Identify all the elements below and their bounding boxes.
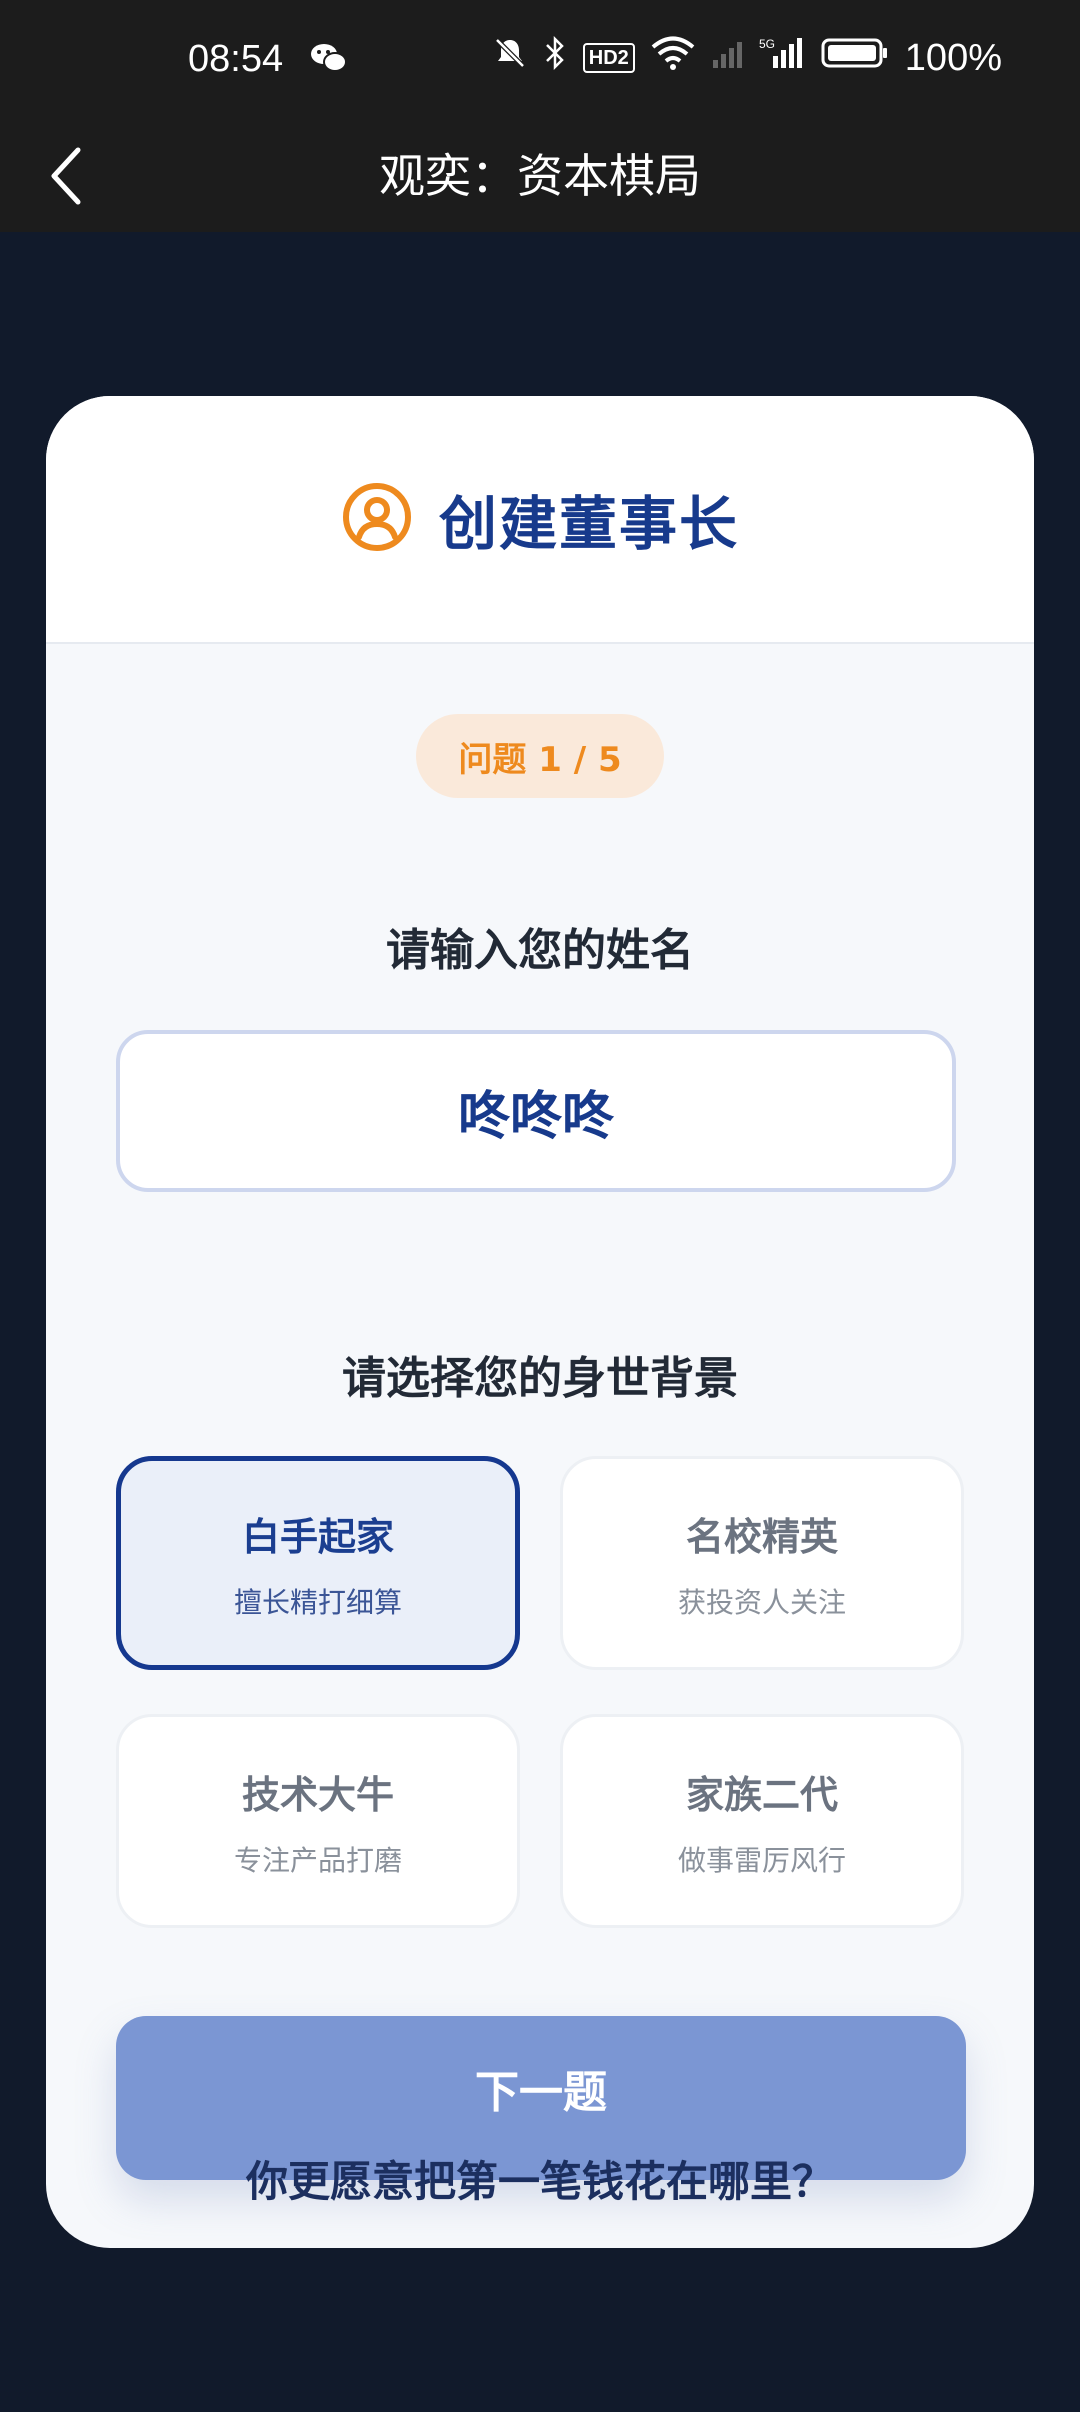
option-subtitle: 专注产品打磨: [233, 1843, 402, 1877]
option-title: 名校精英: [685, 1514, 838, 1559]
battery-icon: [821, 36, 889, 80]
option-subtitle: 做事雷厉风行: [677, 1843, 846, 1877]
status-icons: HD2 5G 100%: [493, 35, 1002, 80]
user-circle-icon: [341, 481, 413, 557]
card-title: 创建董事长: [438, 490, 739, 558]
option-title: 家族二代: [685, 1772, 838, 1817]
background-option-tech-expert[interactable]: 技术大牛 专注产品打磨: [116, 1714, 520, 1928]
background-option-family-heir[interactable]: 家族二代 做事雷厉风行: [560, 1714, 964, 1928]
background-option-elite-school[interactable]: 名校精英 获投资人关注: [560, 1456, 964, 1670]
question-progress-badge: 问题 1 / 5: [416, 714, 664, 798]
option-subtitle: 获投资人关注: [677, 1585, 846, 1619]
background-label: 请选择您的身世背景: [342, 1353, 738, 1404]
name-label: 请输入您的姓名: [386, 925, 694, 976]
wifi-icon: [651, 36, 695, 80]
signal-5g-icon: 5G: [759, 36, 805, 80]
option-title: 技术大牛: [241, 1772, 394, 1817]
name-input[interactable]: 咚咚咚: [116, 1030, 956, 1192]
next-question-preview: 你更愿意把第一笔钱花在哪里？: [245, 2157, 834, 2206]
battery-percent: 100%: [904, 36, 1002, 79]
bluetooth-icon: [543, 35, 567, 80]
option-title: 白手起家: [241, 1514, 394, 1559]
svg-text:5G: 5G: [759, 37, 775, 51]
hd-badge: HD2: [582, 43, 635, 73]
mute-icon: [493, 36, 527, 80]
page-title: 观奕：资本棋局: [379, 149, 701, 203]
background-option-self-made[interactable]: 白手起家 擅长精打细算: [116, 1456, 520, 1670]
signal-off-icon: [711, 36, 743, 80]
create-chairman-card: 创建董事长 问题 1 / 5 请输入您的姓名 咚咚咚 请选择您的身世背景 白手起…: [46, 396, 1034, 2248]
status-bar: 08:54 HD2 5G 100%: [0, 0, 1080, 124]
title-bar: 观奕：资本棋局: [0, 124, 1080, 232]
wechat-icon: [310, 42, 348, 78]
status-time: 08:54: [188, 38, 284, 80]
card-header: 创建董事长: [46, 396, 1034, 644]
option-subtitle: 擅长精打细算: [233, 1585, 402, 1619]
